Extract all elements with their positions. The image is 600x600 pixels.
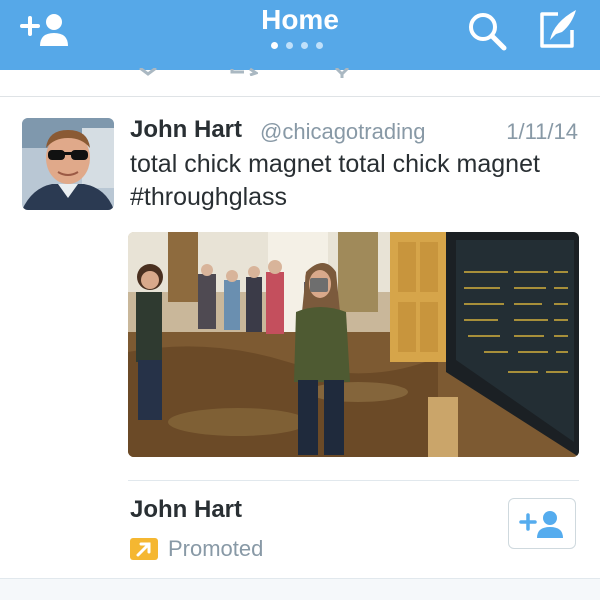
timeline-background (0, 579, 600, 600)
top-navigation-bar: Home (0, 0, 600, 70)
page-dot (301, 42, 308, 49)
tweet-photo[interactable] (128, 232, 579, 457)
follow-button[interactable] (508, 498, 576, 549)
tweet-author-name[interactable]: John Hart (130, 114, 242, 146)
favorite-icon[interactable] (334, 68, 354, 78)
compose-icon (540, 10, 576, 48)
photo (128, 232, 579, 457)
avatar[interactable] (22, 118, 114, 210)
promoted-account-name[interactable]: John Hart (130, 494, 242, 526)
tweet-text-line: total chick magnet total chick magnet (130, 150, 540, 178)
promoted-label: Promoted (168, 536, 264, 561)
page-indicator (271, 42, 331, 50)
retweet-icon[interactable] (230, 68, 258, 76)
search-icon (469, 13, 507, 51)
tweet-text: total chick magnet total chick magnet #t… (130, 148, 590, 214)
tweet-timestamp: 1/11/14 (506, 119, 578, 144)
add-user-icon (519, 511, 563, 538)
page-title: Home (261, 4, 339, 35)
divider (128, 480, 579, 481)
reply-icon[interactable] (138, 68, 158, 76)
avatar-photo (22, 118, 114, 210)
search-button[interactable] (466, 10, 508, 52)
page-dot (286, 42, 293, 49)
tweet-author-handle[interactable]: @chicagotrading (260, 116, 425, 148)
page-dot (316, 42, 323, 49)
tweet-hashtag[interactable]: #throughglass (130, 181, 590, 214)
previous-tweet-actions (0, 68, 600, 97)
promoted-arrow-icon (136, 542, 151, 557)
compose-button[interactable] (536, 6, 580, 50)
promoted-arrow-icon (130, 538, 158, 560)
page-dot-active (271, 42, 278, 49)
